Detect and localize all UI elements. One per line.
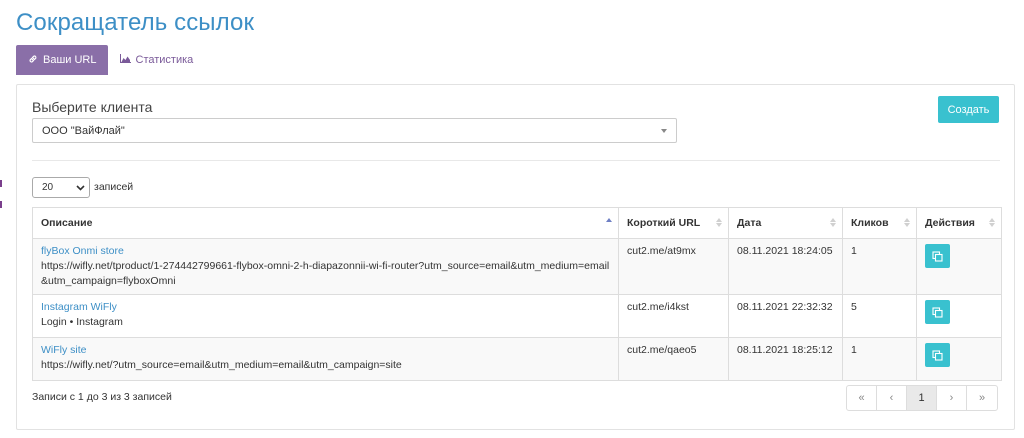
client-select-value: ООО "ВайФлай"	[42, 125, 125, 137]
short-url-cell: cut2.me/qaeo5	[618, 337, 729, 381]
table-row: Instagram WiFly Login • Instagram cut2.m…	[32, 294, 1002, 338]
links-panel: Выберите клиента ООО "ВайФлай" Создать 2…	[16, 84, 1015, 430]
chevron-down-icon	[76, 185, 85, 191]
column-header-clicks-label: Кликов	[851, 217, 889, 229]
link-description: https://wifly.net/tproduct/1-27444279966…	[41, 260, 610, 287]
copy-button[interactable]	[925, 300, 950, 324]
sort-icon	[716, 218, 722, 227]
copy-icon	[932, 250, 943, 262]
sort-icon	[830, 218, 836, 227]
copy-button[interactable]	[925, 244, 950, 268]
copy-icon	[932, 349, 943, 361]
pagination-page-1[interactable]: 1	[907, 386, 937, 410]
tab-bar: Ваши URL Статистика	[16, 45, 205, 75]
column-header-short-url[interactable]: Короткий URL	[618, 207, 729, 239]
page-length-label: записей	[94, 181, 134, 193]
sort-icon	[989, 218, 995, 227]
actions-cell	[916, 238, 1002, 295]
pagination-first[interactable]: «	[847, 386, 877, 410]
date-cell: 08.11.2021 18:24:05	[728, 238, 843, 295]
area-chart-icon	[119, 54, 136, 66]
column-header-clicks[interactable]: Кликов	[842, 207, 917, 239]
column-header-actions-label: Действия	[925, 217, 975, 229]
pagination-next[interactable]: ›	[937, 386, 967, 410]
create-button[interactable]: Создать	[938, 96, 999, 123]
client-select-label: Выберите клиента	[32, 99, 153, 115]
clicks-cell: 1	[842, 337, 917, 381]
link-title[interactable]: flyBox Onmi store	[41, 244, 611, 259]
page-length-value: 20	[42, 182, 54, 193]
page-length-select[interactable]: 20	[32, 177, 90, 198]
tab-your-urls-label: Ваши URL	[43, 54, 97, 66]
page-title: Сокращатель ссылок	[16, 9, 255, 36]
description-cell: WiFly site https://wifly.net/?utm_source…	[32, 337, 619, 381]
link-title[interactable]: Instagram WiFly	[41, 300, 611, 315]
date-cell: 08.11.2021 18:25:12	[728, 337, 843, 381]
pagination-last[interactable]: »	[967, 386, 997, 410]
table-row: WiFly site https://wifly.net/?utm_source…	[32, 337, 1002, 381]
description-cell: flyBox Onmi store https://wifly.net/tpro…	[32, 238, 619, 295]
tab-statistics-label: Статистика	[135, 54, 194, 66]
sort-asc-icon	[606, 218, 612, 222]
link-description: https://wifly.net/?utm_source=email&utm_…	[41, 359, 402, 371]
column-header-description[interactable]: Описание	[32, 207, 619, 239]
sort-icon	[904, 218, 910, 227]
short-url-cell: cut2.me/at9mx	[618, 238, 729, 295]
actions-cell	[916, 337, 1002, 381]
tab-your-urls[interactable]: Ваши URL	[16, 45, 108, 75]
clicks-cell: 5	[842, 294, 917, 338]
link-description: Login • Instagram	[41, 316, 123, 328]
edge-marker-top	[0, 180, 2, 187]
links-table: Описание Короткий URL Дата Кликов Действ…	[32, 207, 1002, 381]
column-header-actions[interactable]: Действия	[916, 207, 1002, 239]
column-header-short-url-label: Короткий URL	[627, 217, 701, 229]
short-url-cell: cut2.me/i4kst	[618, 294, 729, 338]
copy-button[interactable]	[925, 343, 950, 367]
caret-down-icon	[661, 129, 667, 133]
actions-cell	[916, 294, 1002, 338]
clicks-cell: 1	[842, 238, 917, 295]
pagination: « ‹ 1 › »	[846, 385, 998, 411]
column-header-date-label: Дата	[737, 217, 762, 229]
copy-icon	[932, 306, 943, 318]
link-icon	[28, 54, 43, 67]
table-info: Записи с 1 до 3 из 3 записей	[32, 391, 172, 403]
divider	[32, 160, 1000, 161]
table-row: flyBox Onmi store https://wifly.net/tpro…	[32, 238, 1002, 295]
column-header-date[interactable]: Дата	[728, 207, 843, 239]
date-cell: 08.11.2021 22:32:32	[728, 294, 843, 338]
edge-marker-bottom	[0, 201, 2, 208]
client-select[interactable]: ООО "ВайФлай"	[32, 118, 677, 143]
pagination-prev[interactable]: ‹	[877, 386, 907, 410]
description-cell: Instagram WiFly Login • Instagram	[32, 294, 619, 338]
link-title[interactable]: WiFly site	[41, 343, 611, 358]
column-header-description-label: Описание	[41, 217, 93, 229]
tab-statistics[interactable]: Статистика	[108, 45, 206, 75]
